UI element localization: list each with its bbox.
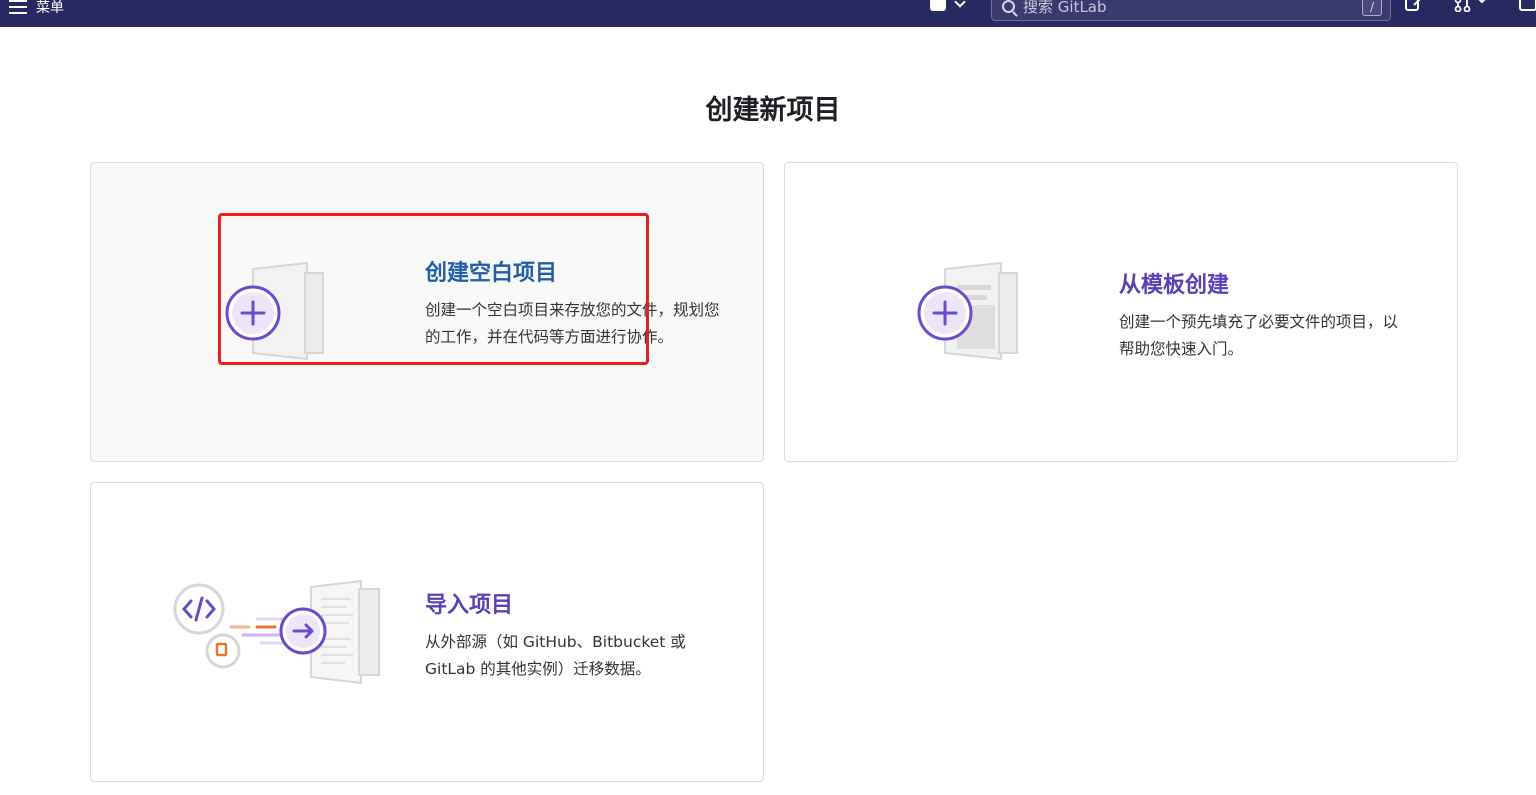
- search-shortcut-key: /: [1362, 0, 1382, 16]
- top-navbar: 菜单 /: [0, 0, 1536, 27]
- page-title: 创建新项目: [705, 95, 841, 126]
- panel-title[interactable]: 导入项目: [425, 587, 725, 619]
- search-input[interactable]: [1015, 0, 1362, 20]
- search-bar[interactable]: /: [991, 0, 1391, 21]
- create-blank-project-panel[interactable]: 创建空白项目 创建一个空白项目来存放您的文件，规划您的工作，并在代码等方面进行协…: [90, 162, 764, 462]
- merge-request-icon[interactable]: [1452, 0, 1492, 12]
- menu-button[interactable]: 菜单: [8, 0, 64, 17]
- search-icon: [1002, 0, 1015, 13]
- import-project-panel[interactable]: 导入项目 从外部源（如 GitHub、Bitbucket 或 GitLab 的其…: [90, 482, 764, 782]
- panel-description: 创建一个空白项目来存放您的文件，规划您的工作，并在代码等方面进行协作。: [425, 301, 720, 346]
- panel-description: 从外部源（如 GitHub、Bitbucket 或 GitLab 的其他实例）迁…: [425, 633, 686, 678]
- panel-title[interactable]: 创建空白项目: [425, 255, 725, 287]
- menu-label: 菜单: [36, 0, 64, 16]
- chevron-down-icon: [954, 0, 966, 8]
- create-from-template-panel[interactable]: 从模板创建 创建一个预先填充了必要文件的项目，以帮助您快速入门。: [784, 162, 1458, 462]
- plus-square-icon: [930, 0, 946, 11]
- blank-project-illustration: [225, 261, 324, 361]
- issues-icon[interactable]: [1404, 0, 1424, 12]
- panel-description: 创建一个预先填充了必要文件的项目，以帮助您快速入门。: [1119, 313, 1399, 358]
- import-project-illustration: [173, 579, 380, 685]
- template-illustration: [917, 261, 1018, 361]
- hamburger-icon: [8, 0, 28, 14]
- panel-title[interactable]: 从模板创建: [1119, 267, 1409, 299]
- new-menu-button[interactable]: [930, 0, 978, 14]
- todo-icon[interactable]: [1519, 0, 1536, 12]
